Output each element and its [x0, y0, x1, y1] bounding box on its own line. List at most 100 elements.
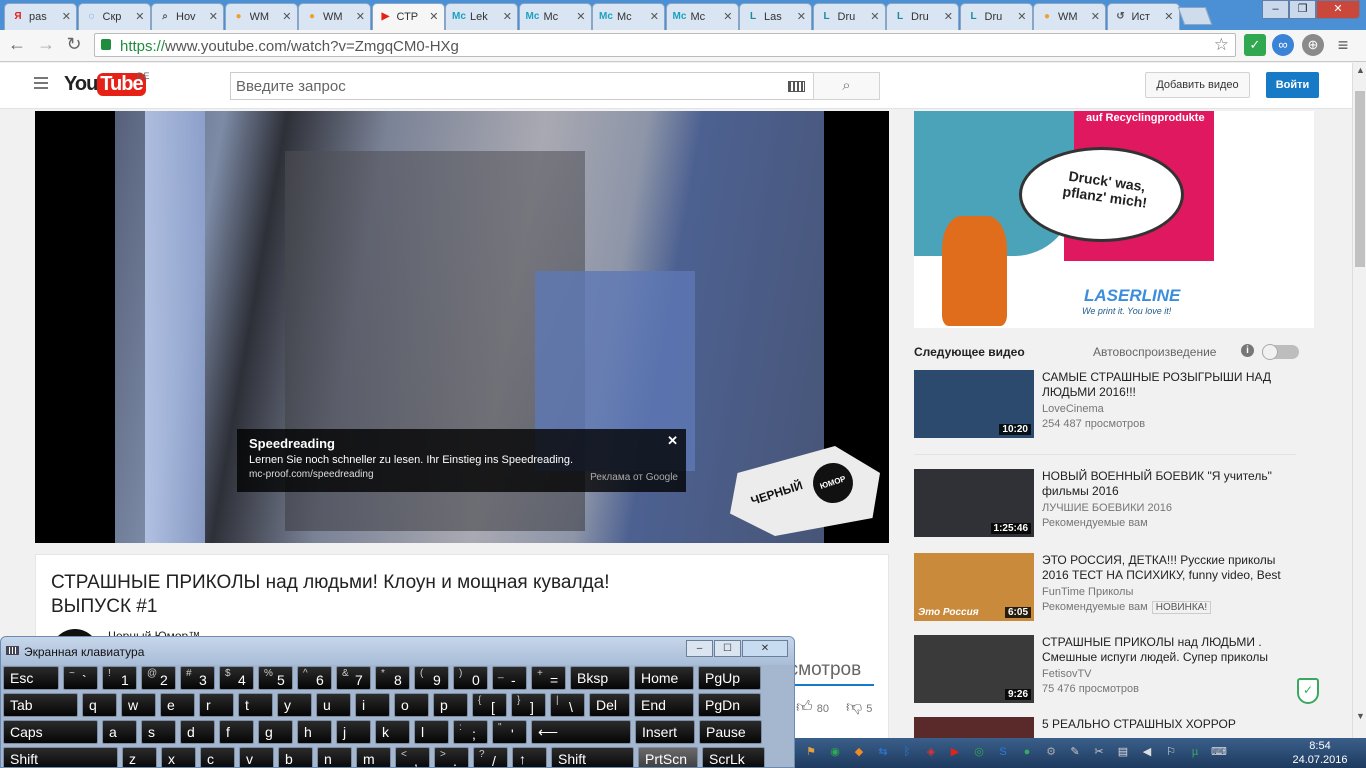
osk-key[interactable]: * 8 [375, 666, 410, 690]
browser-tab[interactable]: ◌ Скр ✕ [77, 3, 151, 30]
osk-key[interactable]: % 5 [258, 666, 293, 690]
osk-key[interactable]: PgDn [698, 693, 761, 717]
autoplay-toggle[interactable] [1262, 344, 1299, 360]
bluetooth-icon[interactable]: ᛒ [899, 744, 915, 760]
teamviewer-icon[interactable]: ⇆ [875, 744, 891, 760]
flag-icon[interactable]: ⚐ [1163, 744, 1179, 760]
osk-key[interactable]: Esc [3, 666, 59, 690]
osk-key[interactable]: End [634, 693, 694, 717]
like-button[interactable]: 👍︎ 80 [796, 698, 829, 717]
osk-key[interactable]: #3 [180, 666, 215, 690]
minimize-button[interactable]: ‒ [1262, 0, 1289, 19]
osk-key[interactable]: e [160, 693, 195, 717]
forward-arrow-icon[interactable]: → [35, 33, 57, 55]
network-icon[interactable]: ▤ [1115, 744, 1131, 760]
system-clock[interactable]: 8:54 24.07.2016 [1290, 738, 1350, 767]
tab-close-icon[interactable]: ✕ [282, 10, 291, 23]
tab-close-icon[interactable]: ✕ [503, 10, 512, 23]
browser-tab[interactable]: Mc Mc ✕ [592, 3, 665, 30]
green-circle-icon[interactable]: ● [1019, 744, 1035, 760]
osk-key[interactable]: d [180, 720, 215, 744]
orange-app-icon[interactable]: ◆ [851, 744, 867, 760]
osk-key[interactable]: j [336, 720, 371, 744]
osk-key[interactable]: Bksp [570, 666, 630, 690]
tab-close-icon[interactable]: ✕ [576, 10, 585, 23]
adguard-icon[interactable]: ◎ [971, 744, 987, 760]
osk-minimize-button[interactable]: ‒ [686, 640, 713, 657]
scrollbar-thumb[interactable] [1355, 91, 1365, 267]
browser-tab[interactable]: ⌕ Hov ✕ [151, 3, 224, 30]
recommendation-title[interactable]: ЭТО РОССИЯ, ДЕТКА!!! Русские приколы 201… [1042, 553, 1302, 583]
osk-key[interactable]: s [141, 720, 176, 744]
video-thumbnail[interactable]: 9:26 [914, 635, 1034, 703]
osk-key[interactable]: m [356, 747, 391, 767]
osk-key[interactable]: x [161, 747, 196, 767]
osk-key[interactable]: h [297, 720, 332, 744]
osk-key[interactable]: z [122, 747, 157, 767]
info-icon[interactable]: i [1241, 344, 1254, 357]
volume-icon[interactable]: ◀ [1139, 744, 1155, 760]
address-bar[interactable]: https://www.youtube.com/watch?v=ZmgqCM0-… [94, 33, 1236, 57]
menu-icon[interactable]: ≡ [1332, 34, 1354, 56]
osk-key[interactable]: t [238, 693, 273, 717]
keyboard-icon[interactable] [788, 81, 805, 92]
osk-key[interactable]: Tab [3, 693, 78, 717]
osk-key[interactable]: w [121, 693, 156, 717]
osk-key[interactable]: PgUp [698, 666, 761, 690]
search-box[interactable] [230, 72, 814, 100]
osk-key[interactable]: y [277, 693, 312, 717]
tab-close-icon[interactable]: ✕ [723, 10, 732, 23]
osk-key[interactable]: k [375, 720, 410, 744]
osk-key[interactable]: ScrLk [702, 747, 765, 767]
youtube-tray-icon[interactable]: ▶ [947, 744, 963, 760]
browser-tab[interactable]: ↺ Ист ✕ [1106, 3, 1180, 30]
tab-close-icon[interactable]: ✕ [356, 10, 365, 23]
osk-key[interactable]: Caps [3, 720, 98, 744]
browser-tab[interactable]: Mc Mc ✕ [665, 3, 739, 30]
browser-tab[interactable]: L Dru ✕ [959, 3, 1033, 30]
page-scrollbar[interactable]: ▲ ▼ [1352, 63, 1366, 738]
osk-key[interactable]: >. [434, 747, 469, 767]
osk-key[interactable]: c [200, 747, 235, 767]
video-thumbnail[interactable]: Это Россия 6:05 [914, 553, 1034, 621]
browser-tab[interactable]: L Dru ✕ [886, 3, 959, 30]
osk-titlebar[interactable]: Экранная клавиатура ‒ ☐ ✕ [1, 637, 794, 665]
bookmark-star-icon[interactable]: ☆ [1214, 35, 1229, 55]
dislike-button[interactable]: 👎︎ 5 [846, 698, 872, 717]
osk-key[interactable]: a [102, 720, 137, 744]
globe-extension-icon[interactable]: ⊕ [1302, 34, 1324, 56]
osk-key[interactable]: @2 [141, 666, 176, 690]
osk-key[interactable]: r [199, 693, 234, 717]
back-arrow-icon[interactable]: ← [6, 33, 28, 55]
search-button[interactable]: ⌕ [813, 72, 880, 100]
osk-key[interactable]: o [394, 693, 429, 717]
green-globe-icon[interactable]: ◉ [827, 744, 843, 760]
osk-key[interactable]: q [82, 693, 117, 717]
video-thumbnail[interactable] [914, 717, 1034, 738]
osk-key[interactable]: u [316, 693, 351, 717]
osk-key[interactable]: " ' [492, 720, 527, 744]
close-icon[interactable]: ✕ [667, 433, 678, 449]
scroll-up-icon[interactable]: ▲ [1356, 65, 1365, 75]
keyboard-layout-icon[interactable]: ⌨ [1211, 744, 1227, 760]
tab-close-icon[interactable]: ✕ [1164, 10, 1173, 23]
osk-key[interactable]: Pause [699, 720, 762, 744]
recommendation-title[interactable]: 5 РЕАЛЬНО СТРАШНЫХ ХОРРОР [1042, 717, 1236, 731]
osk-maximize-button[interactable]: ☐ [714, 640, 741, 657]
close-window-button[interactable]: ✕ [1316, 0, 1360, 19]
browser-tab[interactable]: Mc Lek ✕ [445, 3, 518, 30]
video-player[interactable]: ЧЕРНЫЙ ЮМОР Speedreading Lernen Sie noch… [35, 111, 889, 543]
osk-key[interactable]: :; [453, 720, 488, 744]
osk-key[interactable]: ~ ` [63, 666, 98, 690]
osk-key[interactable]: <, [395, 747, 430, 767]
osk-key[interactable]: Insert [635, 720, 695, 744]
maximize-button[interactable]: ❐ [1289, 0, 1316, 19]
guide-menu-icon[interactable] [34, 77, 48, 92]
osk-key[interactable]: _ - [492, 666, 527, 690]
osk-key[interactable]: }] [511, 693, 546, 717]
tab-close-icon[interactable]: ✕ [944, 10, 953, 23]
osk-key[interactable]: (9 [414, 666, 449, 690]
osk-close-button[interactable]: ✕ [742, 640, 788, 657]
browser-tab[interactable]: ▶ СТР ✕ [371, 3, 445, 31]
tab-close-icon[interactable]: ✕ [135, 10, 144, 23]
